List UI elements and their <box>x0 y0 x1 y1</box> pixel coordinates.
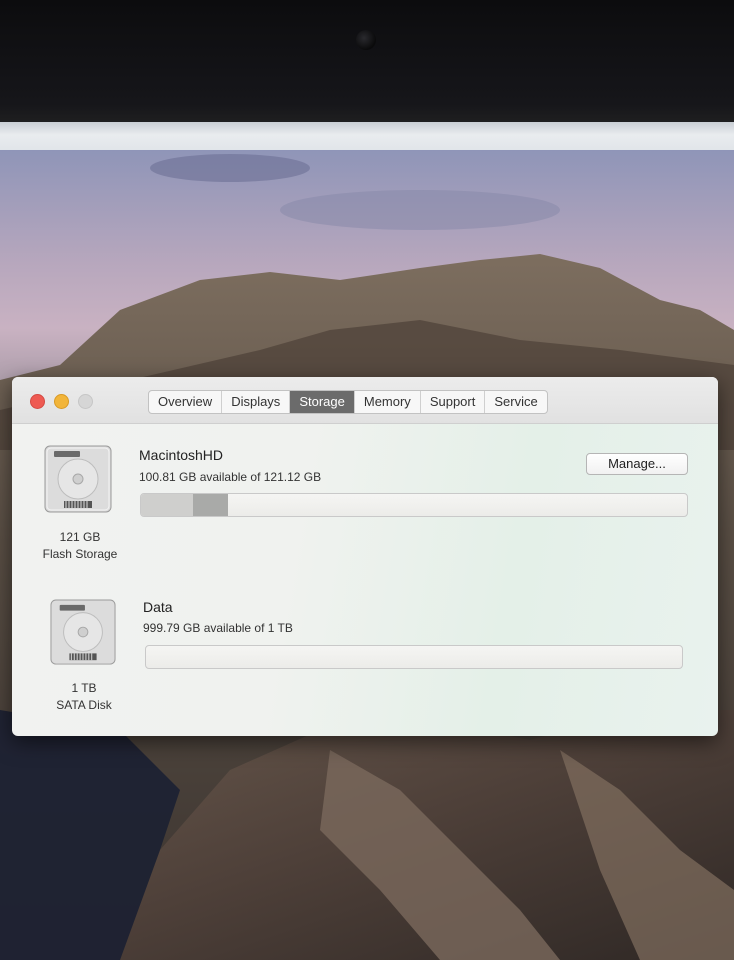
volume-row: 1 TB SATA Disk Data 999.79 GB available … <box>12 575 718 736</box>
tab-support[interactable]: Support <box>421 391 486 413</box>
tab-storage[interactable]: Storage <box>290 391 355 413</box>
manage-button[interactable]: Manage... <box>586 453 688 475</box>
tab-overview[interactable]: Overview <box>149 391 223 413</box>
disk-info: 121 GB Flash Storage <box>30 529 130 563</box>
usage-segment <box>192 494 228 516</box>
zoom-button[interactable] <box>78 394 93 409</box>
hard-disk-icon <box>50 599 116 672</box>
hard-disk-icon <box>44 445 112 520</box>
volume-row: 121 GB Flash Storage MacintoshHD 100.81 … <box>12 423 718 575</box>
monitor-bezel <box>0 0 734 130</box>
disk-type: SATA Disk <box>56 698 112 712</box>
volume-availability: 100.81 GB available of 121.12 GB <box>139 470 322 484</box>
volume-name: Data <box>143 599 173 615</box>
minimize-button[interactable] <box>54 394 69 409</box>
usage-segment <box>141 494 193 516</box>
disk-info: 1 TB SATA Disk <box>34 680 134 714</box>
volume-name: MacintoshHD <box>139 447 224 463</box>
tab-bar: Overview Displays Storage Memory Support… <box>148 390 548 414</box>
tab-displays[interactable]: Displays <box>222 391 291 413</box>
camera-icon <box>356 30 376 50</box>
disk-type: Flash Storage <box>42 547 118 561</box>
titlebar: Overview Displays Storage Memory Support… <box>12 377 718 424</box>
about-this-mac-window: Overview Displays Storage Memory Support… <box>12 377 718 736</box>
disk-capacity: 1 TB <box>71 681 97 695</box>
storage-usage-bar <box>140 493 688 517</box>
tab-service[interactable]: Service <box>485 391 546 413</box>
storage-usage-bar <box>145 645 683 669</box>
close-button[interactable] <box>30 394 45 409</box>
disk-capacity: 121 GB <box>59 530 101 544</box>
volume-availability: 999.79 GB available of 1 TB <box>143 621 293 635</box>
tab-memory[interactable]: Memory <box>355 391 421 413</box>
